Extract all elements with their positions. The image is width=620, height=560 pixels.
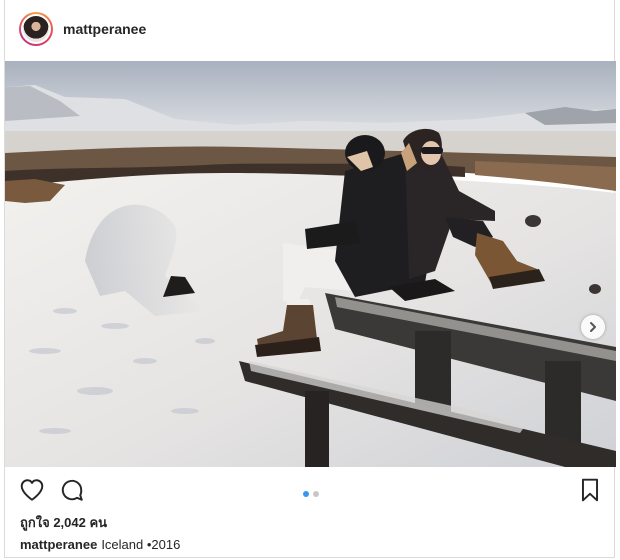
likes-count[interactable]: ถูกใจ 2,042 คน [20, 512, 107, 533]
avatar[interactable] [19, 12, 53, 46]
heart-icon [20, 479, 44, 501]
caption-text: Iceland •2016 [101, 537, 181, 552]
next-photo-button[interactable] [581, 315, 605, 339]
comment-button[interactable] [59, 477, 87, 505]
post-caption: mattperanee Iceland •2016 [20, 537, 180, 552]
post-header: mattperanee [5, 0, 614, 60]
post-photo[interactable] [5, 61, 616, 467]
carousel-indicator [303, 484, 323, 497]
instagram-post: mattperanee ถูกใจ 2,042 คน mattperanee I… [4, 0, 616, 558]
comment-bubble-icon [61, 479, 83, 501]
save-button[interactable] [577, 477, 605, 505]
action-bar [5, 471, 614, 511]
caption-username[interactable]: mattperanee [20, 537, 97, 552]
username-link[interactable]: mattperanee [63, 21, 146, 37]
bookmark-icon [581, 478, 599, 502]
chevron-right-icon [590, 322, 596, 332]
carousel-dot-active [303, 491, 309, 497]
like-button[interactable] [19, 477, 47, 505]
carousel-dot [313, 491, 319, 497]
